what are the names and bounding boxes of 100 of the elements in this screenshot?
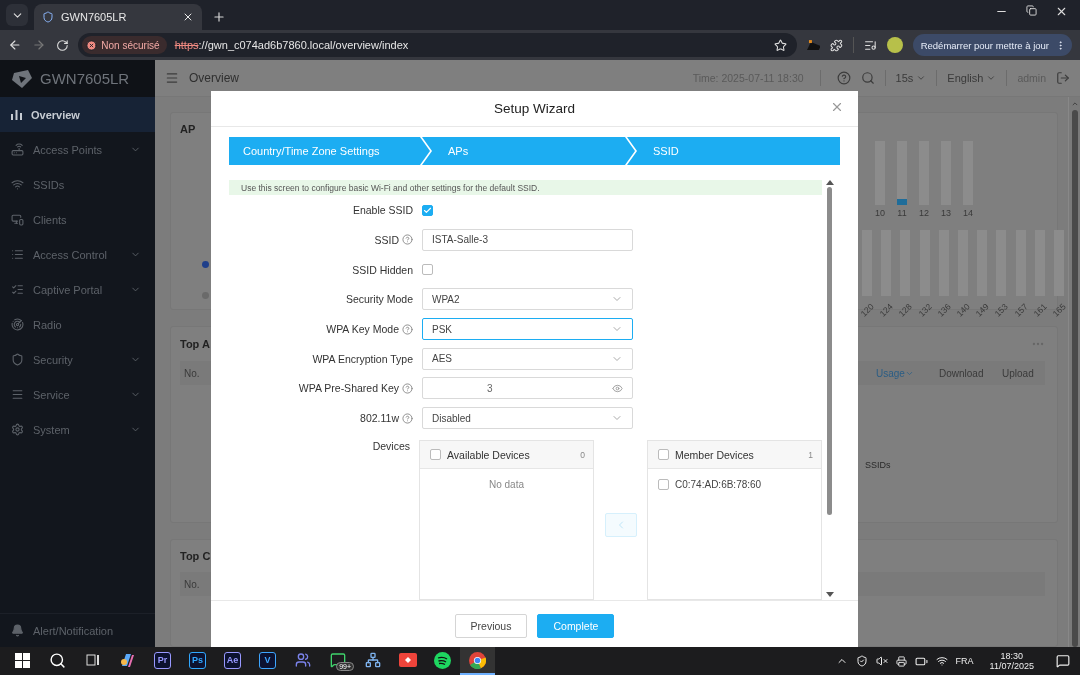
taskbar-button[interactable]: Pr: [145, 647, 180, 675]
language-indicator[interactable]: FRA: [955, 656, 974, 666]
update-button[interactable]: Redémarrer pour mettre à jour: [912, 34, 1072, 56]
settings-icon: [11, 423, 24, 436]
avatar[interactable]: [886, 37, 903, 53]
panel-title: Member Devices: [675, 448, 755, 461]
new-tab-icon[interactable]: [212, 10, 226, 24]
channel-label: 12: [919, 208, 930, 218]
taskbar-button[interactable]: V: [250, 647, 285, 675]
list-icon: [11, 248, 24, 261]
dropdown-field[interactable]: Disabled: [422, 407, 633, 430]
search-icon[interactable]: [49, 651, 66, 669]
logo-text: GWN7605LR: [40, 70, 130, 87]
dropdown-field[interactable]: PSK: [422, 318, 633, 340]
field-label: SSID Hidden: [352, 263, 413, 276]
scroll-up-icon[interactable]: [825, 180, 834, 185]
star-icon[interactable]: [773, 38, 787, 52]
network-icon[interactable]: [364, 652, 381, 668]
music-icon[interactable]: [434, 651, 451, 669]
scrollbar-thumb[interactable]: [827, 187, 832, 515]
people-icon[interactable]: [294, 652, 311, 668]
remote-desktop-icon[interactable]: [398, 653, 417, 667]
app-icon: Pr: [154, 651, 171, 669]
panel-title: Available Devices: [447, 448, 531, 461]
field-label: WPA Encryption Type: [312, 352, 413, 365]
url-text: ://gwn_c074ad6b7860.local/overview/index: [198, 39, 409, 51]
copilot-icon[interactable]: [119, 651, 136, 669]
logout-icon[interactable]: [1056, 71, 1070, 85]
help-icon[interactable]: [402, 382, 413, 394]
chevron-down-icon: [986, 73, 997, 83]
column-header: Download: [939, 367, 985, 379]
checkbox[interactable]: [430, 449, 441, 461]
restore-icon[interactable]: [1026, 4, 1037, 16]
tab-list-button[interactable]: [6, 4, 28, 26]
help-icon[interactable]: [836, 71, 851, 85]
menu-icon: [11, 388, 24, 401]
media-icon[interactable]: [864, 38, 877, 52]
channel-label: 165: [1050, 301, 1068, 319]
device-icon[interactable]: [895, 655, 907, 667]
field-label: Security Mode: [345, 293, 413, 306]
taskbar-button[interactable]: Ps: [180, 647, 215, 675]
taskbar-button[interactable]: [460, 647, 495, 675]
help-icon[interactable]: [402, 234, 413, 246]
warning-icon: [86, 39, 98, 51]
app-icon: Ps: [189, 651, 206, 669]
close-icon[interactable]: [182, 11, 194, 23]
muted-volume-icon[interactable]: [875, 655, 888, 667]
clock[interactable]: 18:30 11/07/2025: [989, 651, 1034, 671]
field-label: WPA Key Mode: [326, 323, 399, 335]
checklist-icon: [11, 283, 24, 296]
scrollbar-thumb[interactable]: [1071, 109, 1078, 647]
field-label: Enable SSID: [352, 204, 413, 217]
field-label: SSID: [374, 233, 399, 246]
info-notice: Use this screen to configure basic Wi-Fi and other settings for the default SSID.: [229, 180, 822, 196]
url-scheme: https: [174, 39, 199, 51]
checkbox[interactable]: [658, 449, 669, 461]
card-title: Top C: [180, 550, 212, 563]
wifi-icon[interactable]: [935, 655, 948, 667]
checkbox[interactable]: [422, 264, 433, 276]
forward-icon[interactable]: [31, 38, 46, 52]
reload-icon[interactable]: [55, 38, 69, 52]
field-label: Devices: [372, 440, 410, 453]
channel-label: 128: [896, 301, 914, 319]
text-field[interactable]: ISTA-Salle-3: [422, 228, 633, 251]
browser-icon[interactable]: [469, 651, 486, 669]
windows-icon[interactable]: [15, 652, 30, 668]
back-icon[interactable]: [8, 38, 22, 52]
notifications-icon[interactable]: [1056, 654, 1070, 668]
wizard-step: Country/Time Zone Settings: [229, 137, 430, 165]
security-chip[interactable]: Non sécurisé: [82, 36, 167, 54]
page-title: Overview: [189, 71, 239, 85]
channel-label: 149: [973, 301, 991, 319]
dropdown-field[interactable]: WPA2: [422, 288, 633, 311]
help-icon[interactable]: [402, 323, 413, 335]
app-icon: V: [259, 651, 276, 669]
scroll-down-icon[interactable]: [825, 592, 834, 597]
address-bar[interactable]: Non sécurisé https://gwn_c074ad6b7860.local/overview/index: [78, 33, 797, 57]
password-field[interactable]: 3: [422, 377, 633, 400]
shield-icon: [42, 11, 54, 23]
device-item[interactable]: C0:74:AD:6B:78:60: [675, 479, 762, 491]
taskbar-button[interactable]: Ae: [215, 647, 250, 675]
app-icon: Ae: [224, 651, 241, 669]
tab-title: GWN7605LR: [61, 11, 128, 23]
checkbox[interactable]: [658, 479, 669, 491]
checkbox[interactable]: [422, 204, 433, 216]
sidebar-item[interactable]: Overview: [0, 97, 155, 132]
dropdown-field[interactable]: AES: [422, 347, 633, 370]
browser-tab[interactable]: GWN7605LR: [34, 4, 202, 30]
dialog-title: Setup Wizard: [493, 101, 575, 116]
devices-icon: [11, 213, 24, 226]
puzzle-icon[interactable]: [830, 38, 844, 52]
shield-icon: [11, 353, 24, 366]
task-view-icon[interactable]: [85, 653, 100, 667]
channel-label: 10: [875, 208, 885, 218]
empty-text: SSIDs: [865, 460, 892, 470]
shield-icon[interactable]: [855, 655, 868, 667]
help-icon[interactable]: [402, 412, 413, 424]
previous-button[interactable]: Previous: [454, 614, 528, 638]
extension-icon[interactable]: [806, 40, 821, 50]
channel-label: 140: [954, 301, 972, 319]
